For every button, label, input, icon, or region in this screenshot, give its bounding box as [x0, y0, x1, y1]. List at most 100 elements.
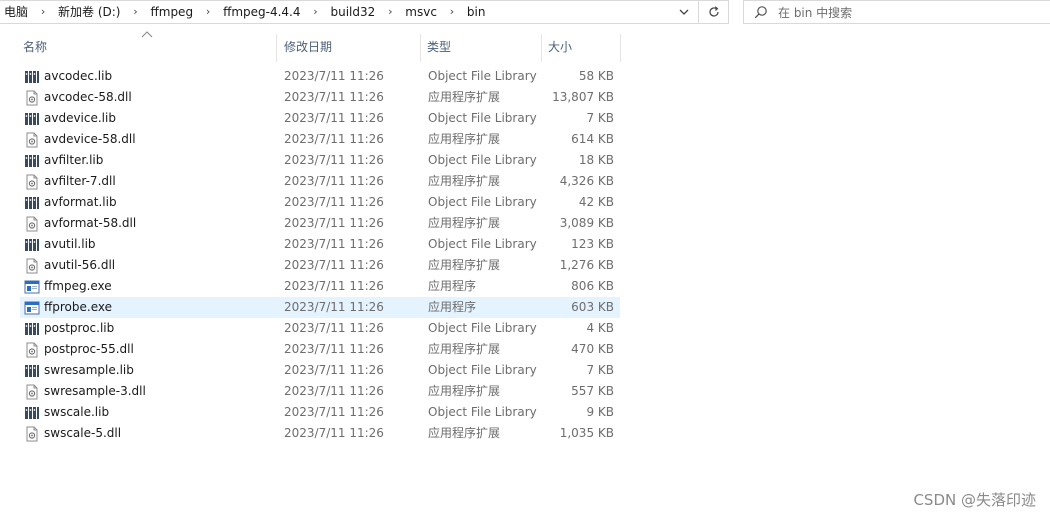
- file-name-cell[interactable]: swresample.lib: [24, 360, 274, 381]
- file-row[interactable]: postproc.lib 2023/7/11 11:26 Object File L…: [20, 318, 620, 339]
- breadcrumb-item-ffmpeg-version[interactable]: ffmpeg-4.4.4: [219, 0, 304, 24]
- file-row[interactable]: swresample-3.dll 2023/7/11 11:26 应用程序扩展 557…: [20, 381, 620, 402]
- file-name: avfilter.lib: [44, 153, 104, 167]
- file-type: 应用程序扩展: [428, 384, 501, 398]
- column-divider[interactable]: [276, 34, 277, 62]
- file-name: avformat.lib: [44, 195, 117, 209]
- column-header-size[interactable]: 大小: [542, 38, 620, 62]
- file-list: avcodec.lib 2023/7/11 11:26 Object File Li…: [20, 66, 620, 444]
- refresh-button[interactable]: [699, 0, 729, 24]
- file-name-cell[interactable]: avfilter-7.dll: [24, 171, 274, 192]
- file-name-cell[interactable]: avcodec-58.dll: [24, 87, 274, 108]
- file-size: 1,276 KB: [559, 258, 614, 272]
- breadcrumb-item-build32[interactable]: build32: [327, 0, 380, 24]
- file-name: avcodec.lib: [44, 69, 113, 83]
- chevron-right-icon[interactable]: ›: [379, 0, 401, 24]
- file-name-cell[interactable]: avfilter.lib: [24, 150, 274, 171]
- file-date: 2023/7/11 11:26: [284, 279, 384, 293]
- file-type: 应用程序: [428, 279, 477, 293]
- file-name-cell[interactable]: swscale.lib: [24, 402, 274, 423]
- file-name-cell[interactable]: postproc.lib: [24, 318, 274, 339]
- file-type: 应用程序扩展: [428, 426, 501, 440]
- lib-icon: [25, 406, 39, 419]
- file-type: Object File Library: [428, 69, 537, 83]
- file-size: 806 KB: [571, 279, 614, 293]
- file-size: 3,089 KB: [559, 216, 614, 230]
- file-name-cell[interactable]: swresample-3.dll: [24, 381, 274, 402]
- file-name-cell[interactable]: avutil.lib: [24, 234, 274, 255]
- search-input[interactable]: 在 bin 中搜索: [743, 0, 1050, 24]
- file-name-cell[interactable]: avdevice.lib: [24, 108, 274, 129]
- file-type: 应用程序扩展: [428, 174, 501, 188]
- refresh-icon: [708, 6, 719, 17]
- breadcrumb-item-drive[interactable]: 新加卷 (D:): [54, 0, 124, 24]
- file-row[interactable]: ffmpeg.exe 2023/7/11 11:26 应用程序 806 KB: [20, 276, 620, 297]
- file-date: 2023/7/11 11:26: [284, 363, 384, 377]
- file-name-cell[interactable]: avdevice-58.dll: [24, 129, 274, 150]
- column-header-date[interactable]: 修改日期: [278, 38, 420, 62]
- file-date: 2023/7/11 11:26: [284, 195, 384, 209]
- file-type: 应用程序扩展: [428, 258, 501, 272]
- chevron-right-icon[interactable]: ›: [197, 0, 219, 24]
- file-name-cell[interactable]: postproc-55.dll: [24, 339, 274, 360]
- file-row[interactable]: postproc-55.dll 2023/7/11 11:26 应用程序扩展 470 …: [20, 339, 620, 360]
- file-row[interactable]: avutil-56.dll 2023/7/11 11:26 应用程序扩展 1,276 …: [20, 255, 620, 276]
- file-row[interactable]: avformat.lib 2023/7/11 11:26 Object File L…: [20, 192, 620, 213]
- file-row[interactable]: ffprobe.exe 2023/7/11 11:26 应用程序 603 KB: [20, 297, 620, 318]
- file-row[interactable]: avcodec-58.dll 2023/7/11 11:26 应用程序扩展 13,80…: [20, 87, 620, 108]
- file-size: 614 KB: [571, 132, 614, 146]
- breadcrumb-item-ffmpeg[interactable]: ffmpeg: [146, 0, 197, 24]
- file-row[interactable]: avdevice.lib 2023/7/11 11:26 Object File L…: [20, 108, 620, 129]
- column-header-type[interactable]: 类型: [421, 38, 541, 62]
- file-date: 2023/7/11 11:26: [284, 342, 384, 356]
- file-row[interactable]: avformat-58.dll 2023/7/11 11:26 应用程序扩展 3,08…: [20, 213, 620, 234]
- file-row[interactable]: swscale-5.dll 2023/7/11 11:26 应用程序扩展 1,035 …: [20, 423, 620, 444]
- file-type: 应用程序扩展: [428, 216, 501, 230]
- address-bar[interactable]: 电脑 › 新加卷 (D:) › ffmpeg › ffmpeg-4.4.4 › …: [0, 0, 699, 24]
- file-name-cell[interactable]: ffprobe.exe: [24, 297, 274, 318]
- file-type: Object File Library: [428, 363, 537, 377]
- file-name: avdevice.lib: [44, 111, 116, 125]
- chevron-down-icon: [679, 9, 689, 15]
- chevron-right-icon[interactable]: ›: [124, 0, 146, 24]
- lib-icon: [25, 196, 39, 209]
- column-divider[interactable]: [620, 34, 621, 62]
- file-name: postproc-55.dll: [44, 342, 134, 356]
- file-date: 2023/7/11 11:26: [284, 69, 384, 83]
- breadcrumb: 电脑 › 新加卷 (D:) › ffmpeg › ffmpeg-4.4.4 › …: [0, 0, 670, 24]
- dll-icon: [26, 258, 38, 273]
- file-row[interactable]: swresample.lib 2023/7/11 11:26 Object File…: [20, 360, 620, 381]
- file-row[interactable]: avfilter.lib 2023/7/11 11:26 Object File L…: [20, 150, 620, 171]
- file-name-cell[interactable]: avformat.lib: [24, 192, 274, 213]
- file-name-cell[interactable]: swscale-5.dll: [24, 423, 274, 444]
- file-size: 4 KB: [586, 321, 614, 335]
- column-header-row: 名称 修改日期 类型 大小: [0, 30, 630, 64]
- file-name-cell[interactable]: ffmpeg.exe: [24, 276, 274, 297]
- file-size: 7 KB: [586, 363, 614, 377]
- breadcrumb-item-bin[interactable]: bin: [463, 0, 490, 24]
- file-name-cell[interactable]: avutil-56.dll: [24, 255, 274, 276]
- file-size: 557 KB: [571, 384, 614, 398]
- address-history-dropdown[interactable]: [670, 0, 698, 24]
- file-row[interactable]: avdevice-58.dll 2023/7/11 11:26 应用程序扩展 614 …: [20, 129, 620, 150]
- lib-icon: [25, 238, 39, 251]
- file-type: 应用程序: [428, 300, 477, 314]
- file-date: 2023/7/11 11:26: [284, 111, 384, 125]
- file-date: 2023/7/11 11:26: [284, 237, 384, 251]
- file-name-cell[interactable]: avcodec.lib: [24, 66, 274, 87]
- dll-icon: [26, 342, 38, 357]
- file-row[interactable]: avutil.lib 2023/7/11 11:26 Object File Lib…: [20, 234, 620, 255]
- file-row[interactable]: avcodec.lib 2023/7/11 11:26 Object File Li…: [20, 66, 620, 87]
- chevron-right-icon[interactable]: ›: [441, 0, 463, 24]
- column-header-name[interactable]: 名称: [17, 38, 273, 62]
- chevron-right-icon[interactable]: ›: [305, 0, 327, 24]
- chevron-right-icon[interactable]: ›: [32, 0, 54, 24]
- file-name-cell[interactable]: avformat-58.dll: [24, 213, 274, 234]
- breadcrumb-item-msvc[interactable]: msvc: [401, 0, 441, 24]
- file-date: 2023/7/11 11:26: [284, 153, 384, 167]
- file-row[interactable]: avfilter-7.dll 2023/7/11 11:26 应用程序扩展 4,326…: [20, 171, 620, 192]
- file-date: 2023/7/11 11:26: [284, 405, 384, 419]
- file-row[interactable]: swscale.lib 2023/7/11 11:26 Object File Li…: [20, 402, 620, 423]
- search-icon: [744, 0, 778, 24]
- breadcrumb-item-pc[interactable]: 电脑: [0, 0, 32, 24]
